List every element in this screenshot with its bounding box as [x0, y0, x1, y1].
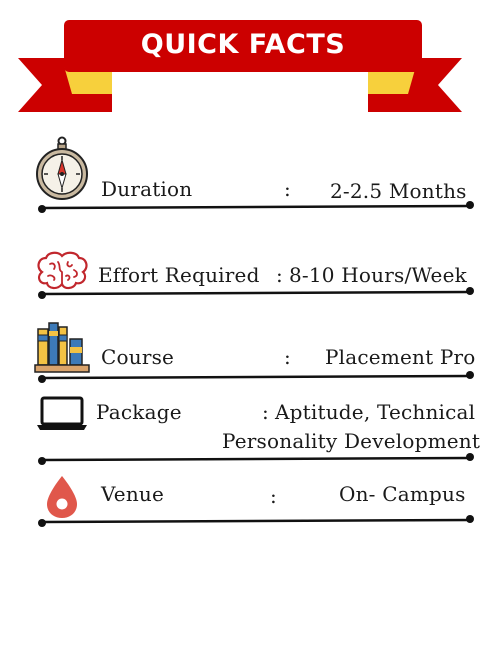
fact-value: On- Campus — [339, 482, 466, 506]
divider-line — [38, 201, 474, 213]
fact-label: Course — [101, 345, 175, 369]
fact-colon: : — [262, 400, 269, 424]
compass-icon — [36, 136, 88, 200]
fact-label: Effort Required — [98, 263, 260, 287]
fact-label: Package — [96, 400, 182, 424]
divider-line — [38, 515, 474, 527]
page-title: QUICK FACTS — [140, 28, 346, 60]
fact-colon: : — [284, 177, 291, 201]
laptop-icon — [37, 396, 87, 430]
divider-line — [38, 453, 474, 465]
fact-value: Aptitude, Technical — [275, 400, 476, 424]
fact-label: Venue — [101, 482, 165, 506]
fact-label: Duration — [101, 177, 193, 201]
fact-value: 8-10 Hours/Week — [289, 263, 467, 287]
fact-colon: : — [270, 484, 277, 508]
fact-colon: : — [284, 345, 291, 369]
divider-line — [38, 371, 474, 383]
fact-colon: : — [276, 263, 283, 287]
fact-value: Placement Pro — [325, 345, 476, 369]
divider-line — [38, 287, 474, 299]
books-icon — [34, 322, 90, 373]
fact-value-line2: Personality Development — [222, 429, 480, 453]
